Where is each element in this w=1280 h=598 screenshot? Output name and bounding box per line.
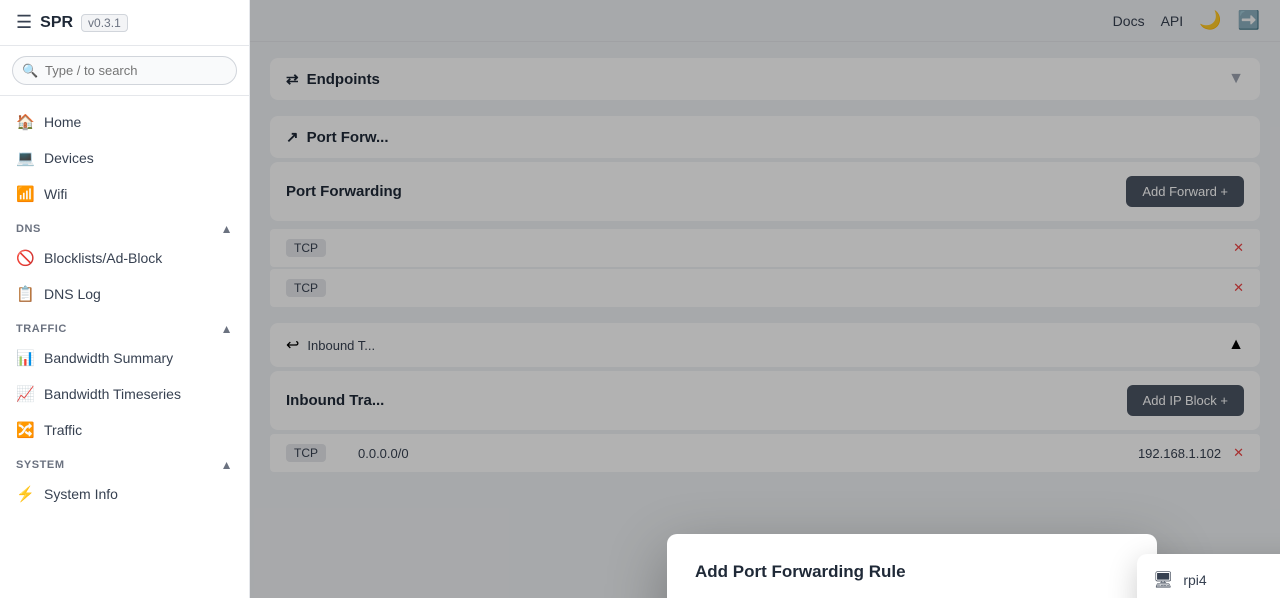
- sidebar-item-traffic-label: Traffic: [44, 422, 82, 438]
- sidebar-item-wifi[interactable]: 📶 Wifi: [0, 176, 249, 212]
- sidebar-item-devices-label: Devices: [44, 150, 94, 166]
- traffic-icon: 🔀: [16, 421, 34, 439]
- section-system: SYSTEM ▲: [0, 448, 249, 476]
- sidebar-version: v0.3.1: [81, 14, 128, 32]
- section-traffic: TRAFFIC ▲: [0, 312, 249, 340]
- main-content: Docs API 🌙 ➡️ ⇄ Endpoints ▼ ↗ Port Forw.…: [250, 0, 1280, 598]
- section-dns-label: DNS: [16, 223, 41, 235]
- sidebar-header: ☰ SPR v0.3.1: [0, 0, 249, 46]
- sidebar-item-bandwidth-summary[interactable]: 📊 Bandwidth Summary: [0, 340, 249, 376]
- menu-icon[interactable]: ☰: [16, 12, 32, 33]
- modal-title: Add Port Forwarding Rule: [695, 562, 1129, 582]
- section-system-chevron: ▲: [221, 458, 233, 472]
- sidebar-item-home-label: Home: [44, 114, 81, 130]
- dns-log-icon: 📋: [16, 285, 34, 303]
- system-info-icon: ⚡: [16, 485, 34, 503]
- sidebar-item-dns-log-label: DNS Log: [44, 286, 101, 302]
- sidebar-nav: 🏠 Home 💻 Devices 📶 Wifi DNS ▲ 🚫 Blocklis…: [0, 96, 249, 598]
- section-traffic-chevron: ▲: [221, 322, 233, 336]
- bandwidth-timeseries-icon: 📈: [16, 385, 34, 403]
- sidebar-item-home[interactable]: 🏠 Home: [0, 104, 249, 140]
- sidebar-item-dns-log[interactable]: 📋 DNS Log: [0, 276, 249, 312]
- section-dns: DNS ▲: [0, 212, 249, 240]
- sidebar-item-traffic[interactable]: 🔀 Traffic: [0, 412, 249, 448]
- modal-overlay[interactable]: [250, 0, 1280, 598]
- sidebar-item-blocklists-label: Blocklists/Ad-Block: [44, 250, 162, 266]
- rpi-icon: 🖥: [1153, 570, 1173, 590]
- section-dns-chevron: ▲: [221, 222, 233, 236]
- sidebar-item-system-info[interactable]: ⚡ System Info: [0, 476, 249, 512]
- section-system-label: SYSTEM: [16, 459, 65, 471]
- add-port-forwarding-modal: Add Port Forwarding Rule Source IP Addre…: [667, 534, 1157, 598]
- dropdown-label-rpi4: rpi4: [1183, 572, 1206, 588]
- search-input[interactable]: [12, 56, 237, 85]
- sidebar-search-container: 🔍: [0, 46, 249, 96]
- sidebar-item-bandwidth-timeseries[interactable]: 📈 Bandwidth Timeseries: [0, 376, 249, 412]
- blocklists-icon: 🚫: [16, 249, 34, 267]
- sidebar-logo: SPR: [40, 14, 73, 32]
- device-dropdown: 🖥 rpi4 💻 laptop 📱 phone 💻 laptop 📺 tv 🖥: [1137, 554, 1280, 598]
- search-icon: 🔍: [22, 63, 38, 79]
- sidebar-item-bandwidth-summary-label: Bandwidth Summary: [44, 350, 173, 366]
- dropdown-item-rpi4[interactable]: 🖥 rpi4: [1137, 560, 1280, 598]
- sidebar: ☰ SPR v0.3.1 🔍 🏠 Home 💻 Devices 📶 Wifi D…: [0, 0, 250, 598]
- home-icon: 🏠: [16, 113, 34, 131]
- wifi-icon: 📶: [16, 185, 34, 203]
- sidebar-item-blocklists[interactable]: 🚫 Blocklists/Ad-Block: [0, 240, 249, 276]
- bandwidth-summary-icon: 📊: [16, 349, 34, 367]
- sidebar-item-wifi-label: Wifi: [44, 186, 67, 202]
- sidebar-item-devices[interactable]: 💻 Devices: [0, 140, 249, 176]
- sidebar-item-system-info-label: System Info: [44, 486, 118, 502]
- sidebar-item-bandwidth-timeseries-label: Bandwidth Timeseries: [44, 386, 181, 402]
- devices-icon: 💻: [16, 149, 34, 167]
- section-traffic-label: TRAFFIC: [16, 323, 67, 335]
